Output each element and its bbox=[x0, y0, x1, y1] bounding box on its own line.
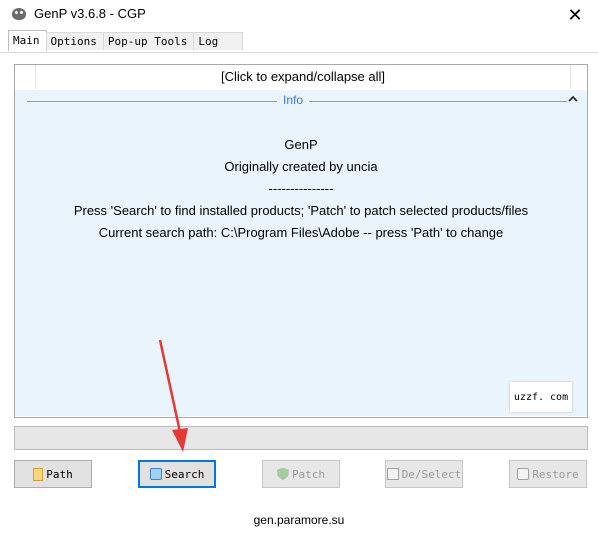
info-line: --------------- bbox=[268, 181, 334, 196]
expand-collapse-all-toggle[interactable]: [Click to expand/collapse all] bbox=[35, 65, 571, 89]
search-button[interactable]: Search bbox=[138, 460, 216, 488]
close-button[interactable]: ✕ bbox=[552, 0, 598, 30]
tab-log[interactable]: Log bbox=[193, 32, 244, 50]
info-line: Current search path: C:\Program Files\Ad… bbox=[98, 225, 504, 240]
restore-icon bbox=[517, 468, 530, 480]
tab-options[interactable]: Options bbox=[45, 32, 104, 50]
checkbox-icon bbox=[386, 468, 399, 480]
app-icon bbox=[12, 8, 26, 20]
products-tree-panel[interactable]: [Click to expand/collapse all] Info GenP… bbox=[14, 64, 588, 418]
info-line: Originally created by uncia bbox=[224, 159, 378, 174]
restore-button[interactable]: Restore bbox=[509, 460, 587, 488]
info-text: GenP Originally created by uncia -------… bbox=[15, 134, 587, 244]
path-button-label: Path bbox=[46, 467, 73, 481]
progress-bar bbox=[14, 426, 588, 450]
watermark-badge: uzzf. com bbox=[510, 382, 572, 412]
path-button[interactable]: Path bbox=[14, 460, 92, 488]
info-line: GenP bbox=[284, 137, 318, 152]
info-section-label: Info bbox=[277, 93, 310, 107]
patch-button-label: Patch bbox=[291, 467, 326, 481]
deselect-button[interactable]: De/Select bbox=[385, 460, 463, 488]
title-bar: GenP v3.6.8 - CGP ✕ bbox=[0, 0, 598, 30]
window-title: GenP v3.6.8 - CGP bbox=[34, 6, 146, 21]
shield-icon bbox=[276, 467, 289, 481]
info-line: Press 'Search' to find installed product… bbox=[73, 203, 529, 218]
info-section: Info GenP Originally created by uncia --… bbox=[15, 90, 587, 416]
footer-url: gen.paramore.su bbox=[253, 513, 345, 527]
tab-main[interactable]: Main bbox=[8, 30, 47, 51]
tab-popup-tools[interactable]: Pop-up Tools bbox=[102, 32, 195, 50]
restore-button-label: Restore bbox=[532, 467, 579, 481]
patch-button[interactable]: Patch bbox=[262, 460, 340, 488]
folder-icon bbox=[33, 467, 44, 481]
deselect-button-label: De/Select bbox=[401, 467, 462, 481]
search-icon bbox=[149, 468, 162, 480]
search-button-label: Search bbox=[164, 467, 205, 481]
collapse-chevron-icon[interactable] bbox=[568, 94, 578, 104]
tab-strip: Main Options Pop-up Tools Log bbox=[8, 30, 244, 52]
